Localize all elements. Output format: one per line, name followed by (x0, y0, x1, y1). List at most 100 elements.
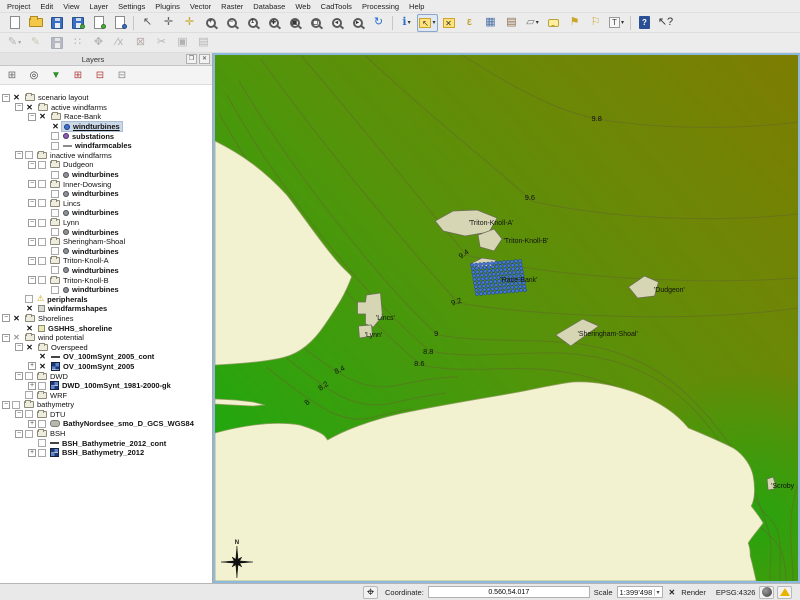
select-by-rectangle-dropdown[interactable]: ▾ (432, 19, 435, 26)
select-by-rectangle-button[interactable]: ↖▾ (417, 14, 438, 32)
visibility-checkbox[interactable] (38, 238, 46, 246)
collapse-toggle-icon[interactable]: − (2, 401, 10, 409)
visibility-checkbox[interactable] (38, 439, 46, 447)
menu-plugins[interactable]: Plugins (150, 1, 185, 12)
visibility-checkbox[interactable] (38, 257, 46, 265)
collapse-toggle-icon[interactable]: − (2, 94, 10, 102)
layer-row-sheringham-shoal[interactable]: −Sheringham-Shoal (0, 237, 212, 247)
menu-help[interactable]: Help (404, 1, 429, 12)
collapse-toggle-icon[interactable]: − (15, 151, 23, 159)
layer-row-dudgeon[interactable]: −Dudgeon (0, 160, 212, 170)
visibility-checkbox[interactable] (38, 276, 46, 284)
layer-row-bathymetry[interactable]: −bathymetry (0, 400, 212, 410)
zoom-last-button[interactable]: ◂ (326, 14, 347, 32)
panel-close-button[interactable]: ✕ (199, 54, 210, 64)
layer-row-wind-potential[interactable]: −✕wind potential (0, 333, 212, 343)
map-svg[interactable]: 9.89.69.49.298.88.68.48.28'Triton-Knoll-… (215, 55, 798, 581)
pan-map-button[interactable]: ✛ (158, 14, 179, 32)
layer-row-scenario-layout[interactable]: −✕scenario layout (0, 93, 212, 103)
visibility-checkbox[interactable]: ✕ (38, 362, 47, 371)
visibility-checkbox[interactable]: ✕ (25, 324, 34, 333)
remove-layer-group-button[interactable]: ⊟ (114, 68, 130, 83)
new-project-button[interactable] (4, 14, 25, 32)
save-project-button[interactable] (46, 14, 67, 32)
visibility-checkbox[interactable] (51, 209, 59, 217)
layer-row-windturbines[interactable]: windturbines (0, 247, 212, 257)
manage-layer-visibility-button[interactable]: ◎ (26, 68, 42, 83)
scale-combo[interactable]: 1:399'498▾ (617, 586, 663, 598)
menu-vector[interactable]: Vector (185, 1, 216, 12)
layer-row-peripherals[interactable]: ⚠peripherals (0, 294, 212, 304)
layer-row-shorelines[interactable]: −✕Shorelines (0, 314, 212, 324)
zoom-in-button[interactable]: + (200, 14, 221, 32)
collapse-toggle-icon[interactable]: − (2, 314, 10, 322)
menu-processing[interactable]: Processing (357, 1, 404, 12)
new-bookmark-button[interactable]: ⚑ (564, 14, 585, 32)
visibility-checkbox[interactable]: ✕ (25, 343, 34, 352)
menu-project[interactable]: Project (2, 1, 35, 12)
visibility-checkbox[interactable] (51, 228, 59, 236)
filter-legend-button[interactable]: ▼ (48, 68, 64, 83)
map-tips-button[interactable] (543, 14, 564, 32)
refresh-map-button[interactable]: ↻ (368, 14, 389, 32)
whats-this-button[interactable]: ↖? (655, 14, 676, 32)
layer-row-windturbines[interactable]: windturbines (0, 189, 212, 199)
collapse-toggle-icon[interactable]: − (15, 103, 23, 111)
zoom-out-button[interactable]: − (221, 14, 242, 32)
visibility-checkbox[interactable] (51, 132, 59, 140)
log-messages-button[interactable] (777, 586, 792, 599)
layer-row-dwd[interactable]: −DWD (0, 371, 212, 381)
menu-raster[interactable]: Raster (216, 1, 248, 12)
help-contents-button[interactable]: ? (634, 14, 655, 32)
measure-button[interactable]: ▱▾ (522, 14, 543, 32)
measure-dropdown[interactable]: ▾ (536, 19, 539, 26)
zoom-to-selection-button[interactable]: ▣ (284, 14, 305, 32)
visibility-checkbox[interactable]: ✕ (51, 122, 60, 131)
collapse-toggle-icon[interactable]: − (28, 276, 36, 284)
visibility-checkbox[interactable] (51, 190, 59, 198)
layer-row-substations[interactable]: substations (0, 131, 212, 141)
coordinate-input[interactable] (428, 586, 590, 598)
visibility-checkbox[interactable] (38, 199, 46, 207)
visibility-checkbox[interactable] (38, 219, 46, 227)
layer-row-bsh[interactable]: −BSH (0, 429, 212, 439)
zoom-full-button[interactable]: ✚ (263, 14, 284, 32)
touch-zoom-pan-button[interactable]: ↖ (137, 14, 158, 32)
render-checkbox[interactable]: ✕ (669, 588, 676, 597)
visibility-checkbox[interactable] (12, 401, 20, 409)
menu-edit[interactable]: Edit (35, 1, 58, 12)
visibility-checkbox[interactable] (51, 247, 59, 255)
layer-row-triton-knoll-a[interactable]: −Triton-Knoll-A (0, 256, 212, 266)
visibility-checkbox[interactable] (51, 266, 59, 274)
visibility-checkbox[interactable] (38, 449, 46, 457)
collapse-toggle-icon[interactable]: − (28, 219, 36, 227)
layer-row-ov-100msynt-2005[interactable]: +✕OV_100mSynt_2005 (0, 362, 212, 372)
visibility-checkbox[interactable] (25, 372, 33, 380)
visibility-checkbox[interactable] (51, 171, 59, 179)
identify-features-dropdown[interactable]: ▾ (408, 19, 411, 26)
new-print-composer-button[interactable] (88, 14, 109, 32)
layer-row-inner-dowsing[interactable]: −Inner-Dowsing (0, 179, 212, 189)
menu-view[interactable]: View (58, 1, 84, 12)
collapse-toggle-icon[interactable]: − (28, 238, 36, 246)
layer-row-windturbines[interactable]: windturbines (0, 266, 212, 276)
collapse-toggle-icon[interactable]: − (28, 113, 36, 121)
open-project-button[interactable] (25, 14, 46, 32)
visibility-checkbox[interactable]: ✕ (25, 304, 34, 313)
zoom-native-button[interactable]: 1 (242, 14, 263, 32)
layer-row-windturbines[interactable]: windturbines (0, 227, 212, 237)
zoom-next-button[interactable]: ▸ (347, 14, 368, 32)
text-annotation-button[interactable]: T▾ (606, 14, 627, 32)
field-calculator-button[interactable]: ▤ (501, 14, 522, 32)
collapse-toggle-icon[interactable]: − (15, 343, 23, 351)
collapse-toggle-icon[interactable]: − (28, 199, 36, 207)
show-bookmarks-button[interactable]: ⚐ (585, 14, 606, 32)
visibility-checkbox[interactable] (25, 151, 33, 159)
add-group-button[interactable]: ⊞ (4, 68, 20, 83)
mouse-position-toggle-button[interactable]: ⌖ (363, 586, 378, 599)
expand-toggle-icon[interactable]: + (28, 449, 36, 457)
menu-layer[interactable]: Layer (84, 1, 113, 12)
text-annotation-dropdown[interactable]: ▾ (621, 19, 624, 26)
visibility-checkbox[interactable] (38, 382, 46, 390)
menu-cadtools[interactable]: CadTools (316, 1, 357, 12)
